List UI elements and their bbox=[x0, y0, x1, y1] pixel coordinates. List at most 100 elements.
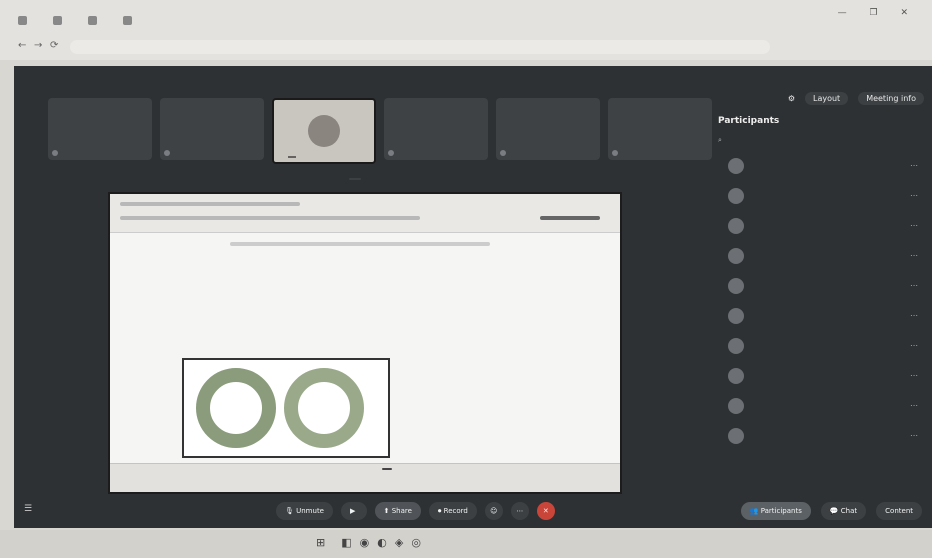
participant-tile[interactable] bbox=[608, 98, 712, 160]
os-taskbar: ⊞ ◧ ◉ ◐ ◈ ◎ bbox=[0, 530, 932, 558]
shared-screen bbox=[108, 192, 622, 494]
participant-tile[interactable] bbox=[160, 98, 264, 160]
participant-row[interactable]: ⋯ bbox=[708, 181, 924, 211]
avatar bbox=[728, 338, 744, 354]
browser-tab-4[interactable] bbox=[123, 15, 136, 25]
unmute-button[interactable]: 🎙 Unmute bbox=[276, 502, 333, 520]
mic-off-icon bbox=[612, 150, 618, 156]
participant-row[interactable]: ⋯ bbox=[708, 151, 924, 181]
meeting-info-button[interactable]: Meeting info bbox=[858, 92, 924, 105]
more-icon: ⋯ bbox=[516, 507, 524, 515]
more-icon[interactable]: ⋯ bbox=[910, 311, 918, 320]
meeting-controls: ☰ 🎙 Unmute ▶ ⬆ Share ⏺ Record ☺ ⋯ ✕ 👥 Pa… bbox=[14, 492, 932, 528]
more-icon[interactable]: ⋯ bbox=[910, 401, 918, 410]
zoom-control[interactable] bbox=[349, 178, 361, 180]
more-icon[interactable]: ⋯ bbox=[910, 191, 918, 200]
start-icon[interactable]: ⊞ bbox=[316, 536, 325, 549]
share-button[interactable]: ⬆ Share bbox=[374, 502, 421, 520]
chat-button[interactable]: 💬 Chat bbox=[820, 502, 867, 520]
camera-icon: ▶ bbox=[350, 507, 358, 515]
page-icon bbox=[53, 15, 62, 25]
participant-row[interactable]: ⋯ bbox=[708, 301, 924, 331]
participant-video-tile[interactable] bbox=[272, 98, 376, 164]
reload-icon[interactable]: ⟳ bbox=[50, 40, 58, 51]
page-icon bbox=[123, 15, 132, 25]
panel-buttons: 👥 Participants 💬 Chat Content bbox=[740, 502, 922, 520]
avatar bbox=[728, 158, 744, 174]
participant-row[interactable]: ⋯ bbox=[708, 421, 924, 451]
reactions-button[interactable]: ☺ bbox=[484, 502, 503, 520]
participant-tile[interactable] bbox=[48, 98, 152, 160]
chat-icon: 💬 bbox=[829, 507, 841, 515]
more-icon[interactable]: ⋯ bbox=[910, 371, 918, 380]
participants-panel: Participants ⌕ ⋯ ⋯ ⋯ ⋯ ⋯ ⋯ ⋯ ⋯ ⋯ ⋯ bbox=[708, 116, 924, 486]
app-icon[interactable]: ◈ bbox=[395, 536, 403, 549]
mic-off-icon bbox=[388, 150, 394, 156]
forward-icon[interactable]: → bbox=[34, 40, 42, 51]
more-icon[interactable]: ⋯ bbox=[910, 161, 918, 170]
avatar bbox=[728, 398, 744, 414]
hang-up-icon: ✕ bbox=[542, 507, 549, 515]
avatar bbox=[728, 278, 744, 294]
shared-diagram bbox=[182, 358, 390, 458]
shared-taskbar bbox=[110, 463, 620, 492]
top-actions: ⚙ Layout Meeting info bbox=[788, 92, 924, 105]
diagram-loop-left bbox=[196, 368, 276, 448]
taskbar-apps: ⊞ ◧ ◉ ◐ ◈ ◎ bbox=[316, 536, 421, 549]
participant-row[interactable]: ⋯ bbox=[708, 241, 924, 271]
people-icon: 👥 bbox=[749, 507, 761, 515]
participant-video bbox=[308, 115, 340, 147]
more-icon[interactable]: ⋯ bbox=[910, 431, 918, 440]
avatar bbox=[728, 428, 744, 444]
shared-browser-toolbar bbox=[110, 194, 620, 233]
browser-tab-2[interactable] bbox=[53, 15, 66, 25]
mic-icon: 🎙 bbox=[285, 507, 297, 515]
back-icon[interactable]: ← bbox=[18, 40, 26, 51]
tile-name bbox=[288, 156, 296, 158]
avatar bbox=[728, 308, 744, 324]
participant-row[interactable]: ⋯ bbox=[708, 391, 924, 421]
participant-row[interactable]: ⋯ bbox=[708, 271, 924, 301]
participants-search[interactable]: ⌕ bbox=[718, 136, 924, 145]
more-icon[interactable]: ⋯ bbox=[910, 281, 918, 290]
content-button[interactable]: Content bbox=[876, 502, 922, 520]
smile-icon: ☺ bbox=[490, 507, 498, 515]
record-button[interactable]: ⏺ Record bbox=[428, 502, 477, 520]
share-icon: ⬆ bbox=[383, 507, 392, 515]
diagram-loop-right bbox=[284, 368, 364, 448]
participant-row[interactable]: ⋯ bbox=[708, 361, 924, 391]
avatar bbox=[728, 218, 744, 234]
participants-list: ⋯ ⋯ ⋯ ⋯ ⋯ ⋯ ⋯ ⋯ ⋯ ⋯ bbox=[708, 151, 924, 451]
browser-chrome: ← → ⟳ — ❐ ✕ bbox=[0, 0, 932, 60]
shared-tab-strip bbox=[120, 202, 300, 206]
participant-tile[interactable] bbox=[496, 98, 600, 160]
participant-row[interactable]: ⋯ bbox=[708, 331, 924, 361]
shared-address-bar bbox=[120, 216, 420, 220]
app-icon[interactable]: ◐ bbox=[377, 536, 387, 549]
shared-document bbox=[182, 256, 542, 266]
participants-button[interactable]: 👥 Participants bbox=[740, 502, 811, 520]
app-icon[interactable]: ◧ bbox=[341, 536, 351, 549]
address-bar[interactable] bbox=[70, 40, 770, 54]
leave-button[interactable]: ✕ bbox=[536, 502, 555, 520]
more-icon[interactable]: ⋯ bbox=[910, 221, 918, 230]
participants-title: Participants bbox=[718, 116, 780, 126]
app-icon[interactable]: ◉ bbox=[360, 536, 370, 549]
participant-tile[interactable] bbox=[384, 98, 488, 160]
app-icon[interactable]: ◎ bbox=[411, 536, 421, 549]
panel-toggle-icon[interactable]: ☰ bbox=[24, 504, 32, 514]
participant-row[interactable]: ⋯ bbox=[708, 211, 924, 241]
more-icon[interactable]: ⋯ bbox=[910, 341, 918, 350]
video-button[interactable]: ▶ bbox=[341, 502, 367, 520]
settings-icon[interactable]: ⚙ bbox=[788, 94, 795, 103]
more-icon[interactable]: ⋯ bbox=[910, 251, 918, 260]
page-icon bbox=[88, 15, 97, 25]
mic-off-icon bbox=[500, 150, 506, 156]
more-options-button[interactable]: ⋯ bbox=[510, 502, 529, 520]
layout-button[interactable]: Layout bbox=[804, 92, 849, 105]
browser-tab-1[interactable] bbox=[18, 15, 31, 25]
page-icon bbox=[18, 15, 27, 25]
avatar bbox=[728, 248, 744, 264]
browser-tab-3[interactable] bbox=[88, 15, 101, 25]
window-controls[interactable]: — ❐ ✕ bbox=[838, 8, 918, 18]
